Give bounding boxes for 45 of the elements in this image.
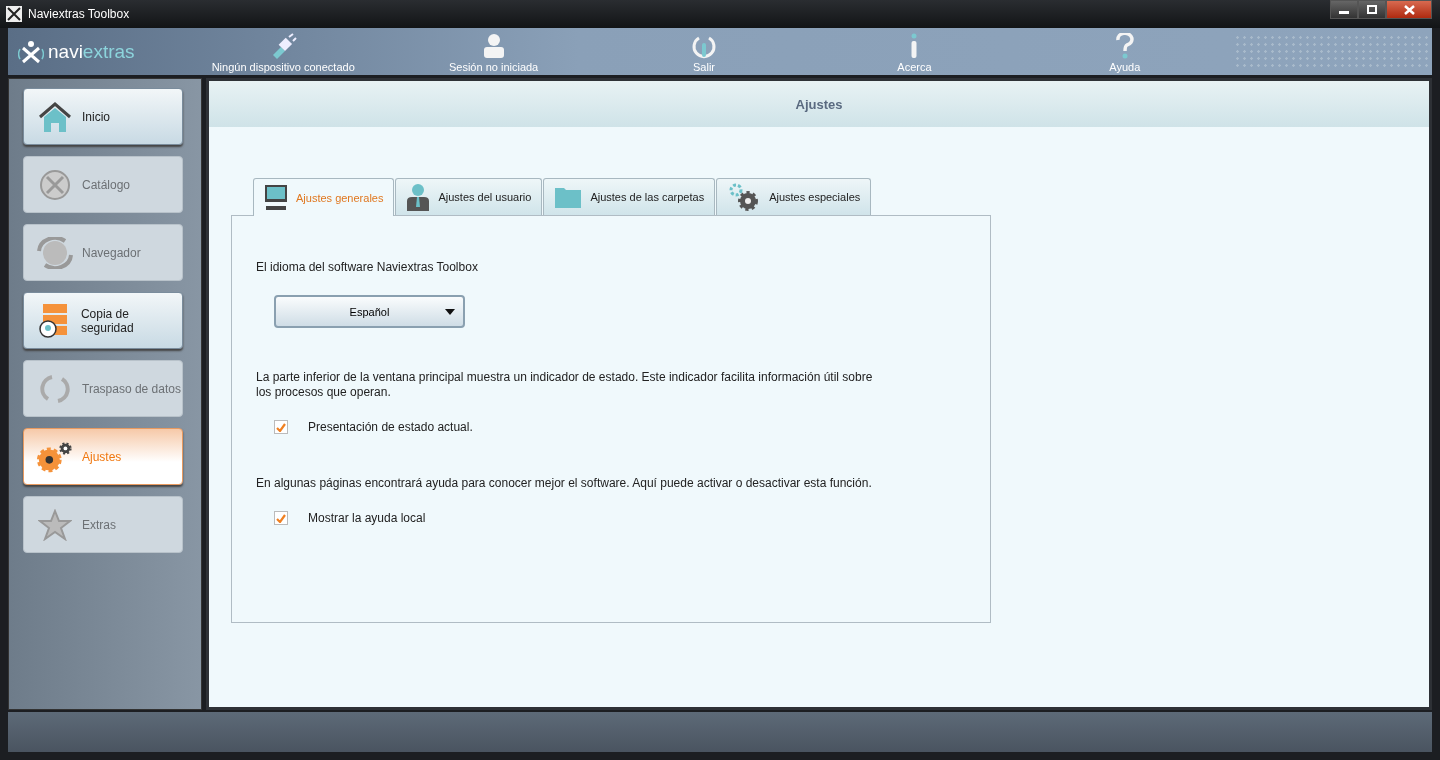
checkbox-label: Mostrar la ayuda local xyxy=(308,511,426,525)
language-label: El idioma del software Naviextras Toolbox xyxy=(256,260,479,275)
language-dropdown[interactable]: Español xyxy=(274,295,465,328)
tab[interactable]: Ajustes de las carpetas xyxy=(543,178,716,215)
help-icon xyxy=(1114,33,1135,59)
tab[interactable]: Ajustes del usuario xyxy=(395,178,543,215)
sidebar-item[interactable]: Inicio xyxy=(23,88,183,145)
logo-text: naviextras xyxy=(48,40,135,63)
toolbar-button[interactable]: Acerca xyxy=(809,28,1020,75)
checkmark-icon xyxy=(276,422,286,432)
star-icon xyxy=(38,508,72,541)
minimize-button[interactable] xyxy=(1330,0,1358,19)
page-title: Ajustes xyxy=(795,96,843,112)
home-icon xyxy=(38,101,72,132)
compass-icon xyxy=(39,168,71,201)
sync-arrows-icon xyxy=(40,372,70,405)
backup-icon xyxy=(39,303,70,338)
checkbox-label: Presentación de estado actual. xyxy=(308,420,473,434)
tab[interactable]: Ajustes especiales xyxy=(716,178,872,215)
sidebar-item[interactable]: Ajustes xyxy=(23,428,183,485)
toolbar-button[interactable]: Ayuda xyxy=(1019,28,1231,75)
checkmark-icon xyxy=(276,513,286,523)
folder-icon xyxy=(554,185,583,209)
checkbox[interactable] xyxy=(274,420,288,434)
toolbar-button[interactable]: Sesión no iniciada xyxy=(388,28,599,75)
caret-icon xyxy=(445,308,455,315)
sidebar-item[interactable]: Copia de seguridad xyxy=(23,292,183,349)
checkbox[interactable] xyxy=(274,511,288,525)
option-description: En algunas páginas encontrará ayuda para conocer mejor el software. Aquí puede activar o desactivar esta función. xyxy=(256,476,873,491)
option-description: La parte inferior de la ventana principal muestra un indicador de estado. Este indicador facilita información útil sobre los procesos que operan. xyxy=(256,370,874,400)
monitor-icon xyxy=(264,184,288,211)
close-button[interactable] xyxy=(1386,0,1432,19)
window-title: Naviextras Toolbox xyxy=(28,7,130,21)
maximize-button[interactable] xyxy=(1358,0,1386,19)
close-icon xyxy=(1403,4,1415,15)
toolbar-button[interactable]: Salir xyxy=(598,28,810,75)
tab[interactable]: Ajustes generales xyxy=(253,178,395,216)
app-logo-icon xyxy=(6,6,22,22)
toolbar-button[interactable]: Ningún dispositivo conectado xyxy=(178,28,389,75)
globe-arrows-icon xyxy=(37,236,73,269)
maximize-icon xyxy=(1367,5,1377,14)
user-icon xyxy=(482,33,505,59)
person-icon xyxy=(406,183,431,211)
logo-figure-icon xyxy=(18,38,44,65)
info-icon xyxy=(910,33,919,59)
